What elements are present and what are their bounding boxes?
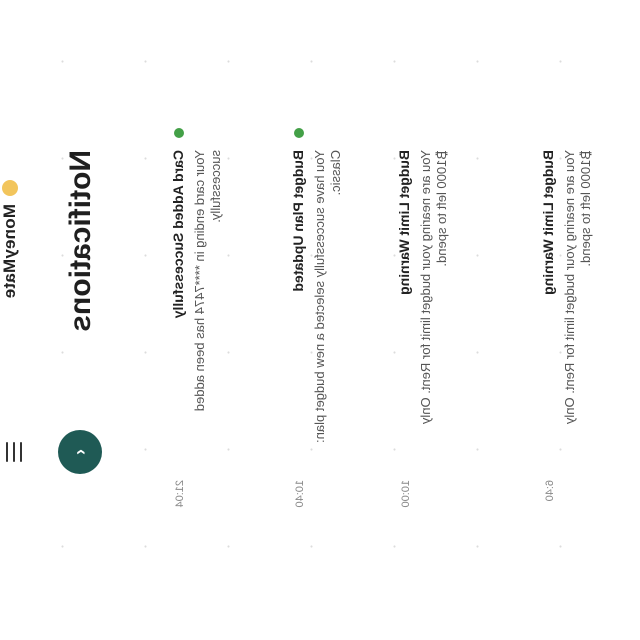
notification-body: You have successfully selected a new bud… [312, 150, 343, 443]
hamburger-menu-icon[interactable] [6, 442, 22, 462]
notification-item[interactable]: Budget Plan Updated You have successfull… [290, 128, 344, 508]
logo-icon [2, 180, 18, 196]
notification-time: 10:40 [294, 480, 306, 508]
brand-name: MoneyMate [0, 204, 19, 299]
notification-body: Your card ending in ****7474 has been ad… [192, 150, 223, 412]
brand[interactable]: MoneyMate [0, 180, 20, 298]
notification-body: You are nearing your budget limit for Re… [418, 150, 449, 425]
notification-title: Budget Limit Warning [540, 150, 556, 295]
notification-time: 10:00 [400, 480, 412, 508]
top-bar: MoneyMate [0, 0, 30, 640]
page-title: Notifications [64, 150, 97, 332]
notification-title: Budget Plan Updated [290, 150, 306, 292]
unread-dot [174, 128, 184, 138]
notification-item[interactable]: Budget Limit Warning You are nearing you… [396, 150, 450, 508]
app-frame: MoneyMate Notifications ‹ Card Added Suc… [0, 0, 640, 640]
unread-dot [294, 128, 304, 138]
chevron-left-icon: ‹ [69, 449, 90, 455]
notification-body: You are nearing your budget limit for Re… [562, 150, 593, 425]
notification-title: Budget Limit Warning [396, 150, 412, 295]
notification-title: Card Added Successfully [170, 150, 186, 319]
notification-item[interactable]: Budget Limit Warning You are nearing you… [540, 150, 594, 501]
notification-time: 6:40 [544, 480, 556, 502]
notification-time: 21:04 [174, 480, 186, 508]
notification-item[interactable]: Card Added Successfully Your card ending… [170, 128, 224, 508]
back-button[interactable]: ‹ [58, 430, 102, 474]
